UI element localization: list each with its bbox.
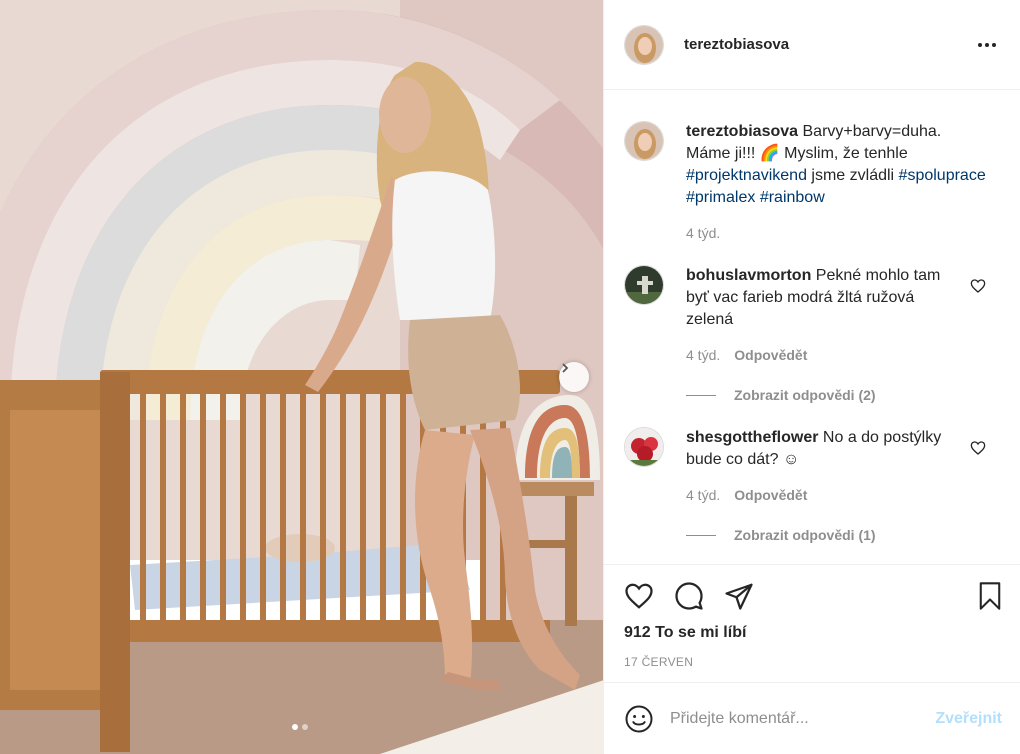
author-username[interactable]: tereztobiasova <box>684 36 789 53</box>
comment-meta: 4 týd. Odpovědět <box>686 487 1000 503</box>
commenter-avatar[interactable] <box>624 427 664 467</box>
comment-meta: 4 týd. Odpovědět <box>686 347 1000 363</box>
view-replies-label: Zobrazit odpovědi (2) <box>734 387 876 403</box>
carousel-next-button[interactable] <box>559 362 589 392</box>
divider-line <box>686 534 716 536</box>
comment-time[interactable]: 4 týd. <box>686 347 720 363</box>
author-avatar[interactable] <box>624 24 664 65</box>
comment-bubble-icon[interactable] <box>674 581 704 611</box>
view-replies-label: Zobrazit odpovědi (1) <box>734 527 876 543</box>
post-side-panel: tereztobiasova tereztobiasova Barvy+barv… <box>604 0 1020 754</box>
caption-username[interactable]: tereztobiasova <box>686 123 798 140</box>
carousel-dot <box>302 724 308 730</box>
comment-username[interactable]: shesgottheflower <box>686 429 818 446</box>
comment-time[interactable]: 4 týd. <box>686 487 720 503</box>
chevron-right-icon <box>562 363 569 373</box>
view-replies-button[interactable]: Zobrazit odpovědi (1) <box>686 527 1000 543</box>
like-comment-heart-icon[interactable] <box>970 440 986 456</box>
comments-list[interactable]: tereztobiasova Barvy+barvy=duha. Máme ji… <box>604 91 1020 564</box>
post-photo[interactable] <box>0 0 604 754</box>
caption-body-middle: jsme zvládli <box>806 167 899 184</box>
avatar-image <box>625 25 663 64</box>
post-actions: 912 To se mi líbí 17 ČERVEN <box>604 564 1020 682</box>
caption-avatar[interactable] <box>624 121 664 161</box>
post-header: tereztobiasova <box>604 0 1020 90</box>
divider-line <box>686 394 716 396</box>
emoji-icon[interactable] <box>624 704 654 734</box>
carousel-dot-active <box>292 724 298 730</box>
photo-image <box>0 0 603 754</box>
reply-button[interactable]: Odpovědět <box>734 347 807 363</box>
avatar-image <box>625 122 663 160</box>
avatar-image <box>625 266 663 304</box>
caption-text: tereztobiasova Barvy+barvy=duha. Máme ji… <box>686 121 986 209</box>
post-comment-button[interactable]: Zveřejnit <box>935 710 1002 728</box>
comment-text: shesgottheflower No a do postýlky bude c… <box>686 427 958 471</box>
comment-text: bohuslavmorton Pekné mohlo tam byť vac f… <box>686 265 958 331</box>
commenter-avatar[interactable] <box>624 265 664 305</box>
like-comment-heart-icon[interactable] <box>970 278 986 294</box>
reply-button[interactable]: Odpovědět <box>734 487 807 503</box>
like-heart-icon[interactable] <box>624 581 654 611</box>
view-replies-button[interactable]: Zobrazit odpovědi (2) <box>686 387 1000 403</box>
post-date[interactable]: 17 ČERVEN <box>624 655 693 669</box>
caption-time[interactable]: 4 týd. <box>686 225 720 241</box>
like-count[interactable]: 912 To se mi líbí <box>624 624 746 642</box>
comment-username[interactable]: bohuslavmorton <box>686 267 811 284</box>
caption: tereztobiasova Barvy+barvy=duha. Máme ji… <box>624 121 1000 209</box>
carousel-indicator <box>292 724 308 730</box>
more-options-icon[interactable] <box>978 38 1000 52</box>
avatar-image <box>625 428 663 466</box>
instagram-post: tereztobiasova tereztobiasova Barvy+barv… <box>0 0 1020 754</box>
hashtag-link[interactable]: #projektnavikend <box>686 167 807 184</box>
hashtag-link[interactable]: #primalex <box>686 189 755 206</box>
hashtag-link[interactable]: #spoluprace <box>899 167 986 184</box>
share-paper-plane-icon[interactable] <box>724 581 754 611</box>
comment-item: shesgottheflower No a do postýlky bude c… <box>624 427 1000 471</box>
hashtag-link[interactable]: #rainbow <box>760 189 825 206</box>
add-comment-bar: Přidejte komentář... Zveřejnit <box>604 682 1020 754</box>
caption-meta: 4 týd. <box>686 225 1000 241</box>
bookmark-icon[interactable] <box>976 581 1004 611</box>
comment-input[interactable]: Přidejte komentář... <box>670 710 935 728</box>
comment-item: bohuslavmorton Pekné mohlo tam byť vac f… <box>624 265 1000 331</box>
